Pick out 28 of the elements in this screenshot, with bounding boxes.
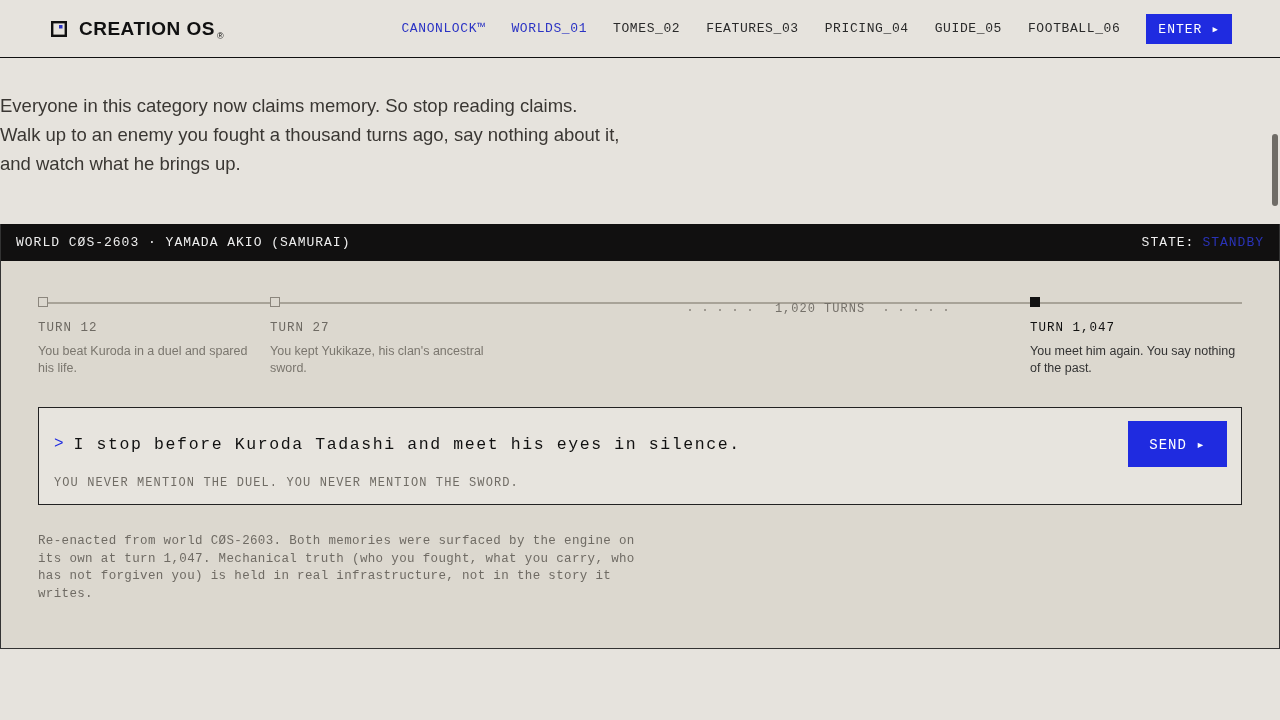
prompt-symbol: >: [54, 435, 64, 453]
footnote: Re-enacted from world CØS-2603. Both memories were surfaced by the engine on its own at turn 1,047. Mechanical truth (who you fought, what you carry, who has not forgiven you) is held in real infrastructure, not in the story it writes.: [38, 533, 636, 603]
send-button[interactable]: SEND ▸: [1128, 421, 1227, 467]
nav-link[interactable]: WORLDS_01: [511, 21, 588, 36]
state-label: STATE:: [1141, 235, 1195, 250]
brand-name: CREATION OS: [79, 17, 216, 40]
action-input[interactable]: I stop before Kuroda Tadashi and meet his eyes in silence.: [73, 434, 1128, 454]
nav-link[interactable]: GUIDE_05: [934, 21, 1002, 36]
scrollbar-thumb[interactable]: [1272, 134, 1278, 206]
nav-link[interactable]: CANONLOCK™: [401, 21, 486, 36]
intro-paragraph: Everyone in this category now claims memory. So stop reading claims. Walk up to an enemy you fought a thousand turns ago, say nothing about it, and watch what he brings up.: [0, 94, 620, 176]
logo-icon: [51, 20, 67, 37]
nav-link[interactable]: PRICING_04: [824, 21, 909, 36]
nav-link[interactable]: FEATURES_03: [706, 21, 799, 36]
state-value: STANDBY: [1202, 235, 1264, 250]
input-hint: YOU NEVER MENTION THE DUEL. YOU NEVER MENTION THE SWORD.: [54, 476, 520, 490]
turn-description: You kept Yukikaze, his clan's ancestral sword.: [270, 343, 485, 377]
turn-label: TURN 1,047: [1030, 321, 1116, 335]
turn-label: TURN 12: [38, 321, 99, 335]
registered-mark: ®: [217, 30, 224, 41]
turn-label: TURN 27: [270, 321, 331, 335]
nav-link[interactable]: TOMES_02: [613, 21, 681, 36]
enter-button[interactable]: ENTER ▸: [1146, 13, 1232, 44]
world-title: WORLD CØS-2603 · YAMADA AKIO (SAMURAI): [16, 235, 351, 250]
gap-label: 1,020 TURNS: [774, 302, 866, 316]
turn-description: You beat Kuroda in a duel and spared his life.: [38, 343, 249, 377]
nav-link[interactable]: FOOTBALL_06: [1027, 21, 1121, 36]
turn-description: You meet him again. You say nothing of the past.: [1030, 343, 1237, 377]
